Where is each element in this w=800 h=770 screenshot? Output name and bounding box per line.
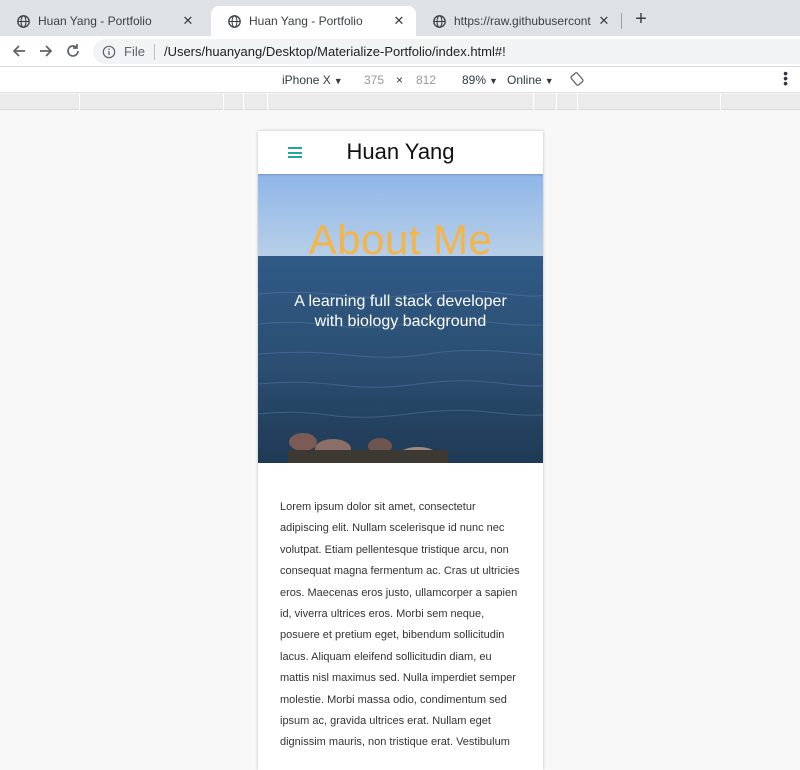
forward-arrow-icon[interactable] xyxy=(35,40,57,62)
brand-logo[interactable]: Huan Yang xyxy=(258,139,543,165)
back-arrow-icon[interactable] xyxy=(8,40,30,62)
close-icon[interactable]: ✕ xyxy=(392,13,406,29)
divider xyxy=(153,43,155,60)
tab-title: https://raw.githubusercontent.c xyxy=(454,14,591,28)
network-select[interactable]: Online ▼ xyxy=(507,73,554,87)
about-body-text: Lorem ipsum dolor sit amet, consectetur … xyxy=(280,501,520,749)
tab-title: Huan Yang - Portfolio xyxy=(249,14,363,28)
browser-toolbar: File /Users/huanyang/Desktop/Materialize… xyxy=(0,36,800,67)
tab-strip: Huan Yang - Portfolio ✕ Huan Yang - Port… xyxy=(0,0,800,36)
caret-down-icon: ▼ xyxy=(544,76,554,86)
scheme-label: File xyxy=(124,44,145,59)
tab-3[interactable]: https://raw.githubusercontent.c ✕ xyxy=(416,6,621,36)
device-toolbar: iPhone X ▼ 375 × 812 89% ▼ Online ▼ • • • xyxy=(0,66,800,93)
close-icon[interactable]: ✕ xyxy=(181,13,195,29)
new-tab-button[interactable]: + xyxy=(630,8,652,32)
tab-title: Huan Yang - Portfolio xyxy=(38,14,152,28)
more-options-icon[interactable]: • • • xyxy=(783,66,788,90)
tab-1[interactable]: Huan Yang - Portfolio ✕ xyxy=(0,6,205,36)
device-viewport: Huan Yang About Me A learning full stack… xyxy=(258,131,543,770)
zoom-select[interactable]: 89% ▼ xyxy=(462,73,498,87)
globe-icon xyxy=(433,14,446,28)
height-field[interactable]: 812 xyxy=(416,73,436,87)
reload-icon[interactable] xyxy=(62,40,84,62)
media-query-bar[interactable] xyxy=(0,94,800,110)
device-name: iPhone X xyxy=(282,73,331,87)
hero-subtitle: A learning full stack developer with bio… xyxy=(294,293,507,330)
hero-section: About Me A learning full stack developer… xyxy=(258,174,543,463)
globe-icon xyxy=(17,14,30,28)
zoom-value: 89% xyxy=(462,73,487,87)
caret-down-icon: ▼ xyxy=(489,76,498,86)
tab-separator xyxy=(621,13,622,29)
hero-title: About Me xyxy=(308,216,493,263)
times-sign: × xyxy=(396,73,404,87)
rotate-icon[interactable] xyxy=(570,72,584,86)
caret-down-icon: ▼ xyxy=(333,76,343,86)
device-select[interactable]: iPhone X ▼ xyxy=(282,73,343,87)
info-icon[interactable] xyxy=(102,45,116,59)
close-icon[interactable]: ✕ xyxy=(597,13,611,29)
address-bar[interactable]: File /Users/huanyang/Desktop/Materialize… xyxy=(93,39,800,64)
globe-icon xyxy=(228,14,241,28)
width-field[interactable]: 375 xyxy=(364,73,384,87)
url-text[interactable]: /Users/huanyang/Desktop/Materialize-Port… xyxy=(164,44,506,59)
site-navbar: Huan Yang xyxy=(258,131,543,174)
tab-2-active[interactable]: Huan Yang - Portfolio ✕ xyxy=(211,6,416,36)
network-value: Online xyxy=(507,73,542,87)
